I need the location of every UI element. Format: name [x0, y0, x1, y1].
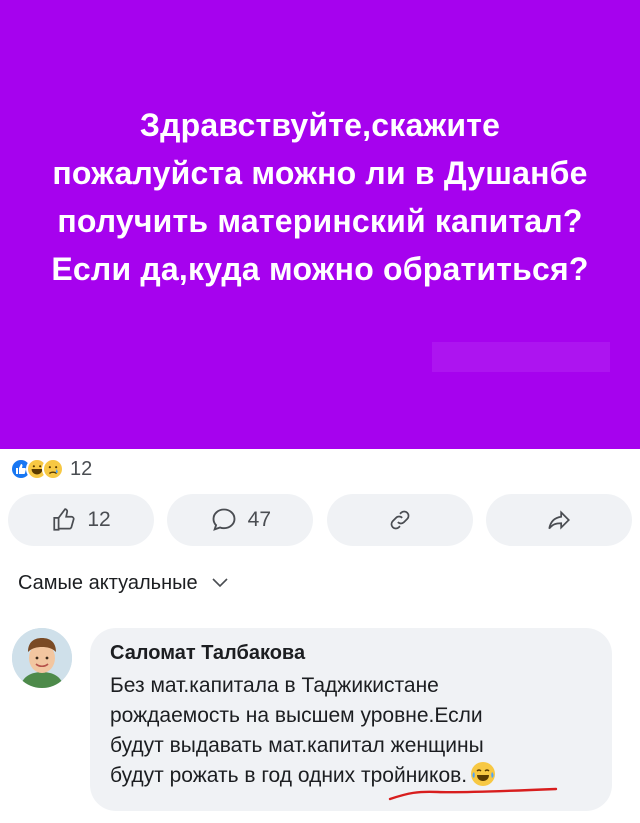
share-button[interactable]	[485, 494, 632, 546]
sort-label: Самые актуальные	[18, 572, 198, 594]
comment-button[interactable]: 47	[167, 494, 314, 546]
comment-line: рождаемость на высшем уровне.Если	[110, 704, 483, 727]
handwritten-underline	[388, 787, 558, 801]
comment-line: Без мат.капитала в Таджикистане	[110, 674, 439, 697]
copy-link-button[interactable]	[326, 494, 473, 546]
link-icon	[387, 507, 413, 533]
action-bar: 12 47	[8, 494, 632, 546]
thumbs-up-icon	[51, 507, 77, 533]
post-text-line: пожалуйста можно ли в Душанбе	[52, 154, 588, 191]
post-text: Здравствуйте,скажите пожалуйста можно ли…	[10, 101, 630, 293]
share-arrow-icon	[546, 507, 572, 533]
post-text-line: Здравствуйте,скажите	[139, 106, 501, 143]
reactions-summary[interactable]: 12	[10, 455, 92, 483]
comments-sort-dropdown[interactable]: Самые актуальные	[18, 572, 228, 595]
reaction-count: 12	[70, 457, 93, 480]
sad-icon	[42, 458, 64, 480]
like-count: 12	[87, 508, 111, 531]
avatar[interactable]	[12, 628, 72, 688]
chevron-down-icon	[212, 575, 228, 593]
like-button[interactable]: 12	[8, 494, 154, 546]
comment-count: 47	[247, 508, 271, 531]
background-artifact	[432, 342, 610, 372]
post-text-line: получить материнский капитал?	[57, 202, 583, 239]
comment-bubble-icon	[210, 506, 238, 534]
comment-line: будут выдавать мат.капитал женщины	[110, 734, 484, 757]
comment-author[interactable]: Саломат Талбакова	[110, 642, 592, 665]
comment-text: Без мат.капитала в Таджикистане рождаемо…	[110, 671, 592, 801]
post-text-line: Если да,куда можно обратиться?	[51, 250, 589, 287]
post-card: Здравствуйте,скажите пожалуйста можно ли…	[0, 0, 640, 449]
comment-bubble: Саломат Талбакова Без мат.капитала в Тад…	[90, 628, 612, 811]
